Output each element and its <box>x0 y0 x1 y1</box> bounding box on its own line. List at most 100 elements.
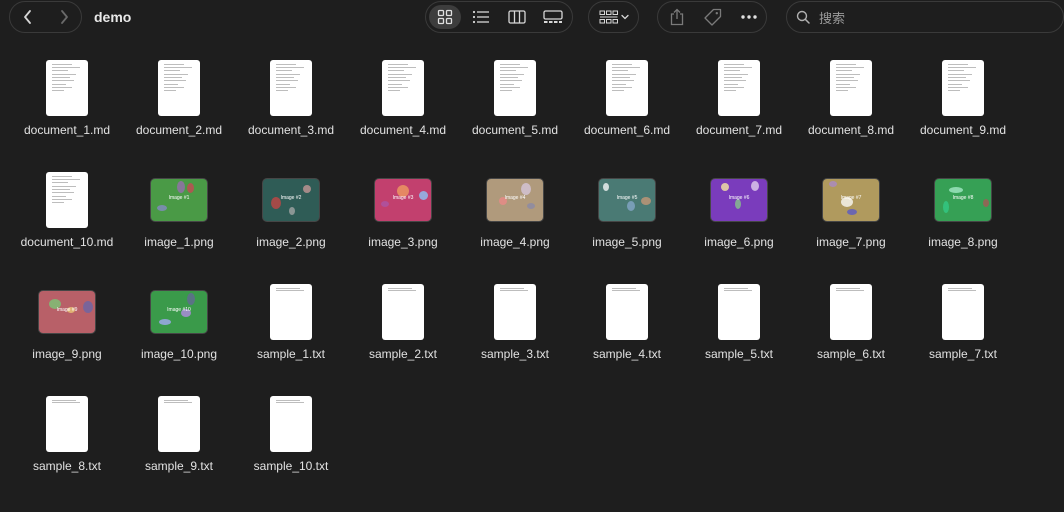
thumbnail-caption: Image #7 <box>840 195 862 201</box>
page-text-line <box>612 67 640 68</box>
page-text-line <box>276 70 292 71</box>
image-thumbnail: Image #4 <box>487 179 543 221</box>
search-input[interactable] <box>817 6 1051 30</box>
file-thumbnail <box>123 391 235 457</box>
group-by-button[interactable] <box>593 5 635 29</box>
file-item[interactable]: document_8.md <box>795 55 907 155</box>
page-text-line <box>52 84 66 85</box>
page-text-line <box>52 179 80 180</box>
gallery-view-button[interactable] <box>537 5 569 29</box>
page-text-line <box>724 290 752 291</box>
share-button[interactable] <box>661 5 693 29</box>
icon-view-button[interactable] <box>429 5 461 29</box>
page-text-line <box>836 288 860 289</box>
markdown-document-icon <box>718 60 760 116</box>
page-text-line <box>948 64 968 65</box>
file-name: image_7.png <box>816 235 886 249</box>
file-name: image_3.png <box>368 235 438 249</box>
file-item[interactable]: sample_9.txt <box>123 391 235 491</box>
page-text-line <box>500 84 514 85</box>
page-text-line <box>836 80 858 81</box>
file-item[interactable]: Image #6 image_6.png <box>683 167 795 267</box>
markdown-document-icon <box>942 60 984 116</box>
back-button[interactable] <box>10 2 46 32</box>
file-item[interactable]: sample_3.txt <box>459 279 571 379</box>
thumbnail-caption: Image #4 <box>504 195 526 201</box>
thumbnail-caption: Image #9 <box>56 307 78 313</box>
image-thumbnail: Image #7 <box>823 179 879 221</box>
page-text-line <box>836 77 854 78</box>
file-item[interactable]: sample_10.txt <box>235 391 347 491</box>
page-text-line <box>164 67 192 68</box>
file-item[interactable]: Image #3 image_3.png <box>347 167 459 267</box>
file-item[interactable]: document_5.md <box>459 55 571 155</box>
file-item[interactable]: sample_1.txt <box>235 279 347 379</box>
column-view-button[interactable] <box>501 5 533 29</box>
file-name: sample_6.txt <box>816 347 886 361</box>
thumbnail-shape <box>527 203 535 209</box>
chevron-left-icon <box>24 10 31 24</box>
gallery-view-icon <box>543 10 563 23</box>
thumbnail-shape <box>187 183 194 193</box>
file-name: document_7.md <box>695 123 783 137</box>
file-item[interactable]: Image #5 image_5.png <box>571 167 683 267</box>
file-item[interactable]: sample_4.txt <box>571 279 683 379</box>
thumbnail-caption: Image #3 <box>392 195 414 201</box>
forward-button[interactable] <box>46 2 82 32</box>
file-item[interactable]: document_6.md <box>571 55 683 155</box>
text-file-icon <box>718 284 760 340</box>
page-text-line <box>724 80 746 81</box>
file-item[interactable]: document_9.md <box>907 55 1019 155</box>
file-item[interactable]: sample_6.txt <box>795 279 907 379</box>
file-item[interactable]: document_10.md <box>11 167 123 267</box>
file-thumbnail <box>11 391 123 457</box>
file-item[interactable]: document_1.md <box>11 55 123 155</box>
list-view-icon <box>472 10 489 24</box>
page-text-line <box>52 196 66 197</box>
file-name: document_5.md <box>471 123 559 137</box>
page-text-line <box>388 80 410 81</box>
file-item[interactable]: Image #8 image_8.png <box>907 167 1019 267</box>
file-name: image_9.png <box>32 347 102 361</box>
file-item[interactable]: document_3.md <box>235 55 347 155</box>
text-file-icon <box>830 284 872 340</box>
list-view-button[interactable] <box>465 5 497 29</box>
markdown-document-icon <box>270 60 312 116</box>
file-item[interactable]: Image #1 image_1.png <box>123 167 235 267</box>
file-name: sample_10.txt <box>253 459 329 473</box>
file-item[interactable]: Image #9 image_9.png <box>11 279 123 379</box>
file-thumbnail <box>123 55 235 121</box>
thumbnail-shape <box>289 207 295 215</box>
thumbnail-shape <box>521 183 531 195</box>
file-item[interactable]: Image #2 image_2.png <box>235 167 347 267</box>
file-thumbnail <box>459 279 571 345</box>
file-item[interactable]: Image #4 image_4.png <box>459 167 571 267</box>
chevron-right-icon <box>61 10 68 24</box>
file-name: document_9.md <box>919 123 1007 137</box>
tag-button[interactable] <box>697 5 729 29</box>
page-text-line <box>388 70 404 71</box>
image-thumbnail: Image #9 <box>39 291 95 333</box>
file-item[interactable]: document_2.md <box>123 55 235 155</box>
file-name: document_1.md <box>23 123 111 137</box>
file-item[interactable]: Image #7 image_7.png <box>795 167 907 267</box>
file-thumbnail <box>907 279 1019 345</box>
file-item[interactable]: sample_7.txt <box>907 279 1019 379</box>
file-item[interactable]: Image #10 image_10.png <box>123 279 235 379</box>
page-text-line <box>164 90 176 91</box>
file-item[interactable]: sample_5.txt <box>683 279 795 379</box>
group-by-menu[interactable] <box>588 1 639 33</box>
navigation-group <box>9 1 82 33</box>
page-text-line <box>52 87 72 88</box>
page-text-line <box>276 64 296 65</box>
file-item[interactable]: sample_8.txt <box>11 391 123 491</box>
file-name: image_2.png <box>256 235 326 249</box>
search-field[interactable] <box>786 1 1064 33</box>
file-item[interactable]: document_7.md <box>683 55 795 155</box>
thumbnail-shape <box>303 185 311 193</box>
file-item[interactable]: document_4.md <box>347 55 459 155</box>
page-text-line <box>612 84 626 85</box>
file-thumbnail: Image #1 <box>123 167 235 233</box>
more-button[interactable] <box>733 5 765 29</box>
file-item[interactable]: sample_2.txt <box>347 279 459 379</box>
